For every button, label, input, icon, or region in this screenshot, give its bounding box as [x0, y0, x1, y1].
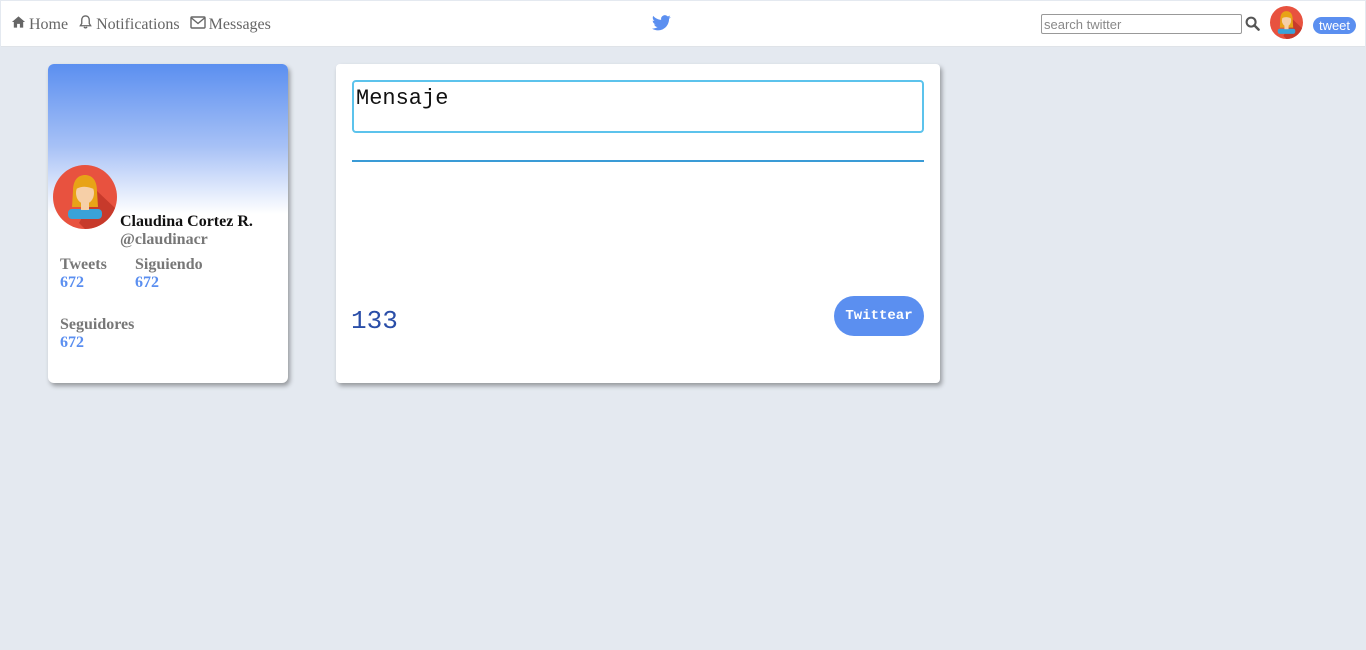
stat-tweets-value: 672 — [60, 274, 84, 291]
stat-following[interactable]: Siguiendo 672 — [135, 256, 203, 292]
user-avatar[interactable] — [1270, 6, 1303, 39]
bell-icon — [78, 14, 96, 35]
top-navbar: Home Notifications Messages search twitt… — [1, 1, 1365, 47]
nav-notifications-label: Notifications — [96, 15, 180, 33]
profile-handle[interactable]: @claudinacr — [120, 231, 208, 249]
profile-avatar[interactable] — [53, 165, 117, 229]
nav-home[interactable]: Home — [11, 15, 68, 34]
nav-messages[interactable]: Messages — [189, 15, 271, 34]
profile-card: Claudina Cortez R. @claudinacr Tweets 67… — [48, 64, 288, 383]
stat-followers-value: 672 — [60, 334, 84, 351]
search-input[interactable] — [1041, 14, 1242, 34]
stat-tweets-label: Tweets — [60, 256, 107, 273]
nav-home-label: Home — [29, 15, 69, 33]
nav-messages-label: Messages — [208, 15, 271, 33]
nav-links: Home Notifications Messages — [11, 14, 281, 35]
twittear-button[interactable]: Twittear — [834, 296, 924, 336]
profile-name: Claudina Cortez R. — [120, 213, 253, 230]
compose-card: 133 Twittear — [336, 64, 940, 383]
stat-following-value: 672 — [135, 274, 159, 291]
stat-followers-label: Seguidores — [60, 316, 135, 333]
stat-tweets[interactable]: Tweets 672 — [60, 256, 107, 292]
twitter-bird-icon[interactable] — [652, 15, 671, 36]
search-icon[interactable] — [1245, 16, 1260, 36]
compose-divider — [352, 160, 924, 162]
stat-following-label: Siguiendo — [135, 256, 203, 273]
tweet-button[interactable]: tweet — [1313, 17, 1356, 34]
envelope-icon — [189, 15, 209, 34]
home-icon — [11, 15, 29, 34]
nav-notifications[interactable]: Notifications — [78, 14, 180, 35]
stat-followers[interactable]: Seguidores 672 — [60, 316, 134, 352]
character-counter: 133 — [351, 306, 398, 336]
message-input[interactable] — [352, 80, 924, 133]
